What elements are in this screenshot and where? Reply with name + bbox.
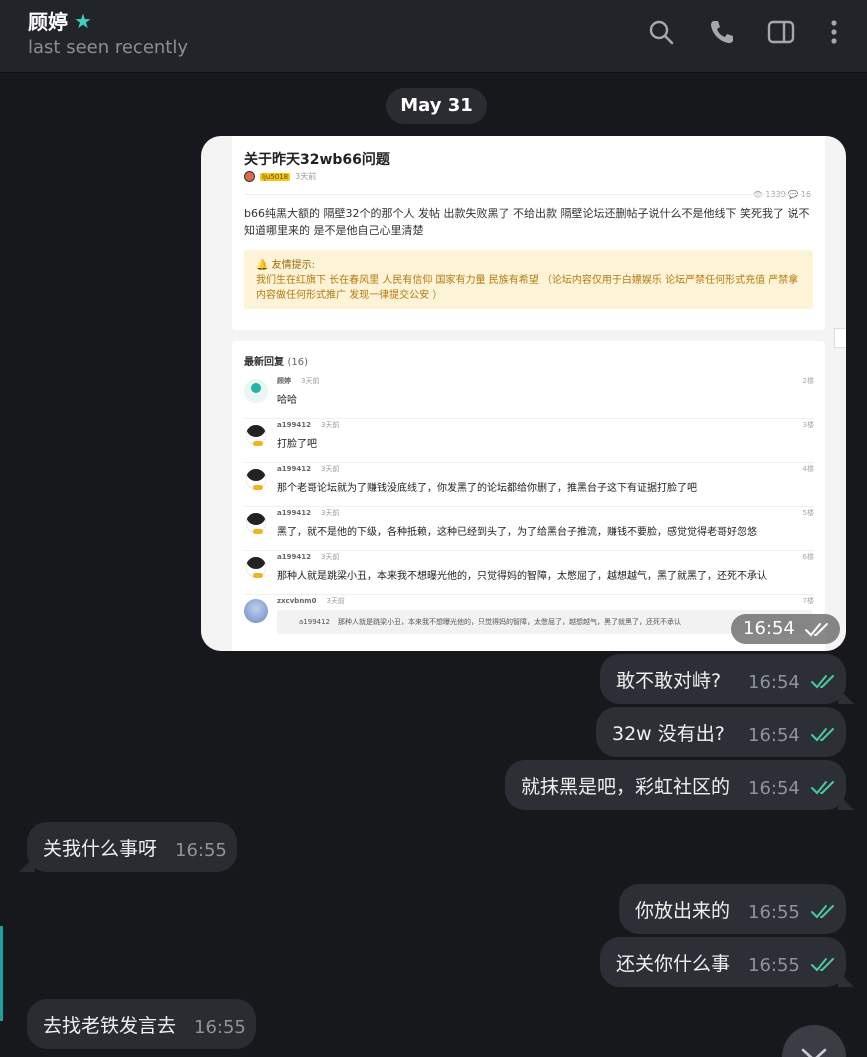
author-tag: lju5018 [260,172,291,181]
search-icon[interactable] [647,18,675,46]
double-check-icon [805,623,828,637]
reply-meta: a199412 3天前 [277,553,340,561]
reply-meta: a199412 3天前 [277,509,340,517]
reply-item: zxcvbnm0 3天前 7楼 a199412 那种人就是跳梁小丑，本来我不想曝光他… [244,595,814,639]
message-text: 你放出来的 [635,900,731,922]
avatar [244,379,268,403]
chevron-down-icon [801,1048,827,1057]
post-time: 3天前 [295,172,317,181]
message-bubble-out[interactable]: 还关你什么事 16:55 [600,937,846,987]
message-bubble-out[interactable]: 敢不敢对峙? 16:54 [600,654,846,704]
side-tab [834,328,846,348]
phone-icon[interactable] [708,18,736,46]
reply-floor: 4楼 [802,465,814,473]
reply-floor: 2楼 [802,377,814,385]
message-time: 16:54 [748,778,800,799]
image-timestamp: 16:54 [731,614,840,644]
message-time: 16:54 [748,672,800,693]
title-row[interactable]: 顾婷 ★ [28,6,92,35]
message-text: 关我什么事呀 [43,838,158,860]
sidebar-toggle-icon[interactable] [767,18,795,46]
avatar [244,423,268,447]
reply-meta: 顾婷 3天前 [277,377,320,385]
replies-count: (16) [287,357,309,368]
double-check-icon [811,675,834,689]
reply-item: 顾婷 3天前 2楼 哈哈 [244,375,814,419]
avatar [244,511,268,535]
message-bubble-out[interactable]: 就抹黑是吧，彩虹社区的 16:54 [505,760,846,810]
reply-item: a199412 3天前 3楼 打脸了吧 [244,419,814,463]
message-text: 敢不敢对峙? [616,670,722,692]
star-icon: ★ [74,8,92,33]
reply-meta: a199412 3天前 [277,421,340,429]
date-separator: May 31 [386,88,487,124]
last-seen-status: last seen recently [28,37,189,58]
reply-floor: 7楼 [802,597,814,605]
forum-post-card: 关于昨天32wb66问题 lju5018 3天前 👁 1339 💬 16 b66… [232,136,825,330]
post-divider [244,194,813,195]
reply-item: a199412 3天前 6楼 那种人就是跳梁小丑，本来我不想曝光他的，只觉得妈的智… [244,551,814,595]
message-time: 16:55 [748,955,800,976]
message-time: 16:55 [194,1017,246,1038]
double-check-icon [811,958,834,972]
reply-item: a199412 3天前 5楼 黑了，就不是他的下级，各种抵赖，这种已经到头了，为了… [244,507,814,551]
reply-floor: 6楼 [802,553,814,561]
reply-meta: zxcvbnm0 3天前 [277,597,345,605]
scroll-to-bottom-button[interactable] [782,1025,846,1057]
reply-text: 黑了，就不是他的下级，各种抵赖，这种已经到头了，为了给黑台子推流，赚钱不要脸，感… [277,527,757,538]
left-accent-strip [0,926,3,1021]
message-text: 32w 没有出? [612,723,725,745]
post-meta: lju5018 3天前 [244,171,316,182]
avatar [244,467,268,491]
message-time: 16:55 [175,840,227,861]
message-bubble-in[interactable]: 去找老铁发言去 16:55 [27,999,256,1049]
reply-text: 哈哈 [277,395,297,406]
chat-header: 顾婷 ★ last seen recently [0,0,867,73]
contact-name[interactable]: 顾婷 [28,6,68,35]
message-bubble-in[interactable]: 关我什么事呀 16:55 [27,822,237,872]
replies-card: 最新回复 (16) 顾婷 3天前 2楼 哈哈 a199412 3天前 3楼 打脸了吧… [232,341,825,651]
author-avatar [244,171,255,182]
reply-text: 打脸了吧 [277,439,317,450]
post-title: 关于昨天32wb66问题 [244,152,390,168]
message-bubble-out[interactable]: 你放出来的 16:55 [619,884,846,934]
notice-title: 🔔 友情提示: [256,260,315,271]
more-vertical-icon[interactable] [820,18,848,46]
message-time: 16:55 [748,902,800,923]
message-text: 还关你什么事 [616,953,731,975]
reply-item: a199412 3天前 4楼 那个老哥论坛就为了赚钱没底线了，你发黑了的论坛都给你… [244,463,814,507]
message-text: 去找老铁发言去 [43,1015,177,1037]
notice-box: 🔔 友情提示: 我们生在红旗下 长在春风里 人民有信仰 国家有力量 民族有希望 … [244,250,813,309]
reply-text: 那种人就是跳梁小丑，本来我不想曝光他的，只觉得妈的智障，太憋屈了，越想越气，黑了… [277,571,767,582]
message-text: 就抹黑是吧，彩虹社区的 [521,776,731,798]
reply-floor: 5楼 [802,509,814,517]
quote-text: 那种人就是跳梁小丑，本来我不想曝光他的，只觉得妈的智障，太憋屈了，越想越气，黑了… [338,618,682,626]
reply-text: 那个老哥论坛就为了赚钱没底线了，你发黑了的论坛都给你删了，推黑台子这下有证据打脸… [277,483,697,494]
double-check-icon [811,905,834,919]
replies-header: 最新回复 (16) [244,353,308,368]
message-time: 16:54 [748,725,800,746]
avatar [244,555,268,579]
replies-title: 最新回复 [244,357,284,368]
avatar [244,599,268,623]
post-body: b66纯黑大额的 隔壁32个的那个人 发帖 出款失败黑了 不给出款 隔壁论坛还删… [244,207,810,237]
notice-body: 我们生在红旗下 长在春风里 人民有信仰 国家有力量 民族有希望 （论坛内容仅用于… [256,275,799,301]
message-bubble-out[interactable]: 32w 没有出? 16:54 [596,707,846,757]
image-message[interactable]: 关于昨天32wb66问题 lju5018 3天前 👁 1339 💬 16 b66… [201,136,846,651]
double-check-icon [811,781,834,795]
reply-floor: 3楼 [802,421,814,429]
double-check-icon [811,728,834,742]
reply-meta: a199412 3天前 [277,465,340,473]
quote-user: a199412 [299,618,331,626]
